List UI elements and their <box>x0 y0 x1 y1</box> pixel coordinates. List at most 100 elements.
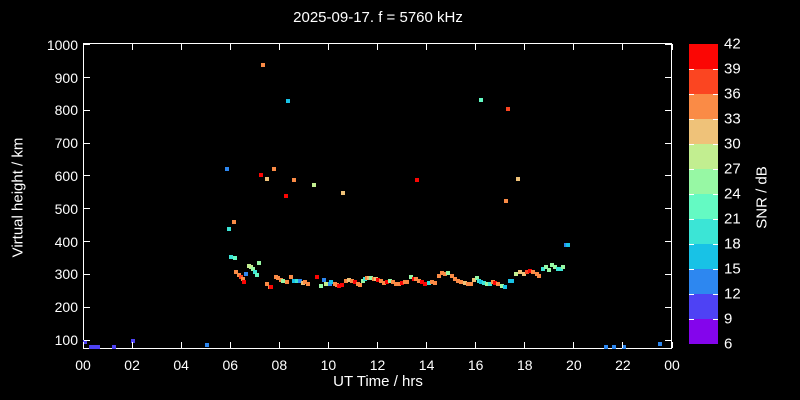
x-tick-label: 00 <box>75 357 91 373</box>
x-tick-mark <box>475 44 477 50</box>
colorbar-tick-label: 42 <box>724 35 741 53</box>
data-point <box>561 264 566 269</box>
x-tick-mark <box>475 342 477 348</box>
data-point <box>340 191 345 196</box>
y-tick-label: 500 <box>54 200 78 217</box>
y-tick-mark <box>665 109 671 111</box>
data-point <box>546 268 551 273</box>
x-tick-mark <box>426 342 428 348</box>
y-tick-mark <box>84 306 90 308</box>
x-tick-mark <box>327 44 329 50</box>
x-tick-mark <box>278 342 280 348</box>
colorbar-tick-label: 36 <box>724 85 741 103</box>
colorbar-tick-label: 30 <box>724 135 741 153</box>
colorbar-tick <box>713 94 718 95</box>
colorbar-segment <box>689 194 718 219</box>
data-point <box>284 279 289 284</box>
y-tick-mark <box>665 175 671 177</box>
data-point <box>314 275 319 280</box>
colorbar-tick <box>689 169 694 170</box>
colorbar-tick <box>689 319 694 320</box>
y-tick-label: 100 <box>54 332 78 348</box>
y-tick-mark <box>84 339 90 341</box>
y-tick-mark <box>84 142 90 144</box>
x-tick-mark <box>377 44 378 50</box>
x-tick-label: 14 <box>418 357 435 373</box>
y-tick-mark <box>84 44 90 46</box>
y-tick-label: 1000 <box>46 36 78 53</box>
x-tick-mark <box>426 44 428 50</box>
x-tick-mark <box>622 342 624 348</box>
y-tick-mark <box>84 273 90 275</box>
y-axis-label: Virtual height / km <box>9 137 27 258</box>
colorbar-tick <box>713 169 718 170</box>
data-point <box>311 183 316 188</box>
x-tick-mark <box>82 342 84 348</box>
x-tick-mark <box>524 342 526 348</box>
x-tick-mark <box>131 44 133 50</box>
colorbar-segment <box>689 44 718 69</box>
data-point <box>415 178 420 183</box>
data-point <box>479 97 484 102</box>
data-point <box>271 167 276 172</box>
data-point <box>228 255 233 260</box>
y-tick-label: 300 <box>54 266 78 283</box>
data-point <box>261 63 266 68</box>
colorbar-tick-label: 12 <box>724 285 741 303</box>
colorbar-segment <box>689 169 718 194</box>
x-tick-label: 08 <box>271 357 288 373</box>
colorbar-tick <box>713 269 718 270</box>
colorbar-tick-label: 24 <box>724 185 741 203</box>
x-tick-mark <box>180 44 182 50</box>
data-point <box>283 193 288 198</box>
y-tick-mark <box>84 241 90 243</box>
data-point <box>405 279 410 284</box>
ionosonde-snr-chart: 2025-09-17. f = 5760 kHz Virtual height … <box>0 0 800 400</box>
colorbar-tick <box>689 269 694 270</box>
y-tick-mark <box>665 142 671 144</box>
colorbar-segment <box>689 144 718 169</box>
data-point <box>510 279 515 284</box>
y-tick-label: 800 <box>54 102 78 119</box>
y-tick-label: 700 <box>54 135 78 152</box>
colorbar-segment <box>689 69 718 94</box>
x-axis-label: UT Time / hrs <box>333 373 423 390</box>
x-tick-label: 16 <box>467 357 484 373</box>
y-tick-mark <box>665 208 671 210</box>
plot-area <box>83 43 672 349</box>
x-tick-mark <box>278 44 280 50</box>
data-point <box>244 271 249 276</box>
colorbar-segment <box>689 244 718 269</box>
x-tick-label: 00 <box>664 357 680 373</box>
data-point <box>612 344 617 349</box>
data-point <box>505 107 510 112</box>
colorbar-tick-label: 18 <box>724 235 741 253</box>
colorbar-segment <box>689 269 718 294</box>
data-point <box>264 176 269 181</box>
data-point <box>603 344 608 349</box>
x-tick-label: 18 <box>516 357 533 373</box>
data-point <box>291 177 296 182</box>
data-point <box>233 255 238 260</box>
colorbar-tick-label: 9 <box>724 310 733 328</box>
y-tick-mark <box>665 273 671 275</box>
colorbar-tick-label: 33 <box>724 110 741 128</box>
colorbar-tick <box>689 119 694 120</box>
data-point <box>566 242 571 247</box>
y-tick-mark <box>665 306 671 308</box>
x-tick-mark <box>573 44 575 50</box>
colorbar-tick <box>689 144 694 145</box>
y-tick-label: 200 <box>54 299 78 316</box>
y-tick-label: 400 <box>54 233 78 250</box>
data-point <box>111 345 116 350</box>
x-tick-label: 02 <box>124 357 140 373</box>
x-tick-mark <box>131 342 133 348</box>
y-tick-mark <box>665 77 671 78</box>
data-point <box>227 227 232 232</box>
colorbar-tick <box>689 69 694 70</box>
colorbar-tick <box>713 69 718 70</box>
colorbar-segment <box>689 94 718 119</box>
data-point <box>204 342 209 347</box>
data-point <box>242 279 247 284</box>
colorbar-tick <box>713 219 718 220</box>
